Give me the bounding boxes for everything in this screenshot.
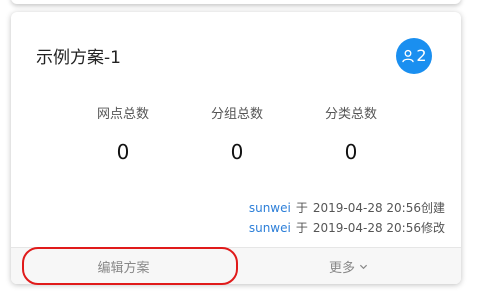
created-info: sunwei 于 2019-04-28 20:56创建: [249, 200, 445, 216]
chevron-down-icon: [359, 264, 368, 270]
stat-label: 分组总数: [210, 107, 263, 122]
member-badge[interactable]: 2: [396, 38, 432, 74]
edit-plan-button[interactable]: 编辑方案: [11, 248, 236, 284]
stat-groups: 分组总数 0: [187, 106, 287, 164]
more-label: 更多: [328, 261, 355, 276]
stats-row: 网点总数 0 分组总数 0 分类总数 0: [11, 106, 461, 176]
stat-label: 网点总数: [96, 107, 149, 122]
plan-title: 示例方案-1: [36, 48, 121, 68]
previous-card-edge: [11, 0, 461, 4]
stage: 示例方案-1 2 网点总数 0 分组总数 0 分类总数 0 sunwei于2: [0, 0, 479, 302]
stat-outlets: 网点总数 0: [73, 106, 173, 164]
modified-info: sunwei 于 2019-04-28 20:56修改: [249, 220, 445, 236]
card-footer: 编辑方案 更多: [11, 247, 461, 284]
stat-value: 0: [116, 140, 130, 164]
stat-value: 0: [344, 140, 358, 164]
edit-plan-label: 编辑方案: [97, 261, 150, 276]
modified-time: 2019-04-28 20:56修改: [312, 221, 445, 235]
stat-categories: 分类总数 0: [301, 106, 401, 164]
plan-card: 示例方案-1 2 网点总数 0 分组总数 0 分类总数 0 sunwei于2: [11, 12, 461, 284]
created-time: 2019-04-28 20:56创建: [312, 201, 445, 215]
modifier-link[interactable]: sunwei: [249, 221, 291, 235]
creator-link[interactable]: sunwei: [249, 201, 291, 215]
stat-value: 0: [230, 140, 244, 164]
modified-prefix: 于: [295, 221, 308, 235]
user-icon: [402, 49, 415, 63]
member-count: 2: [416, 46, 427, 65]
stat-label: 分类总数: [324, 107, 377, 122]
created-prefix: 于: [295, 201, 308, 215]
more-button[interactable]: 更多: [236, 248, 461, 284]
